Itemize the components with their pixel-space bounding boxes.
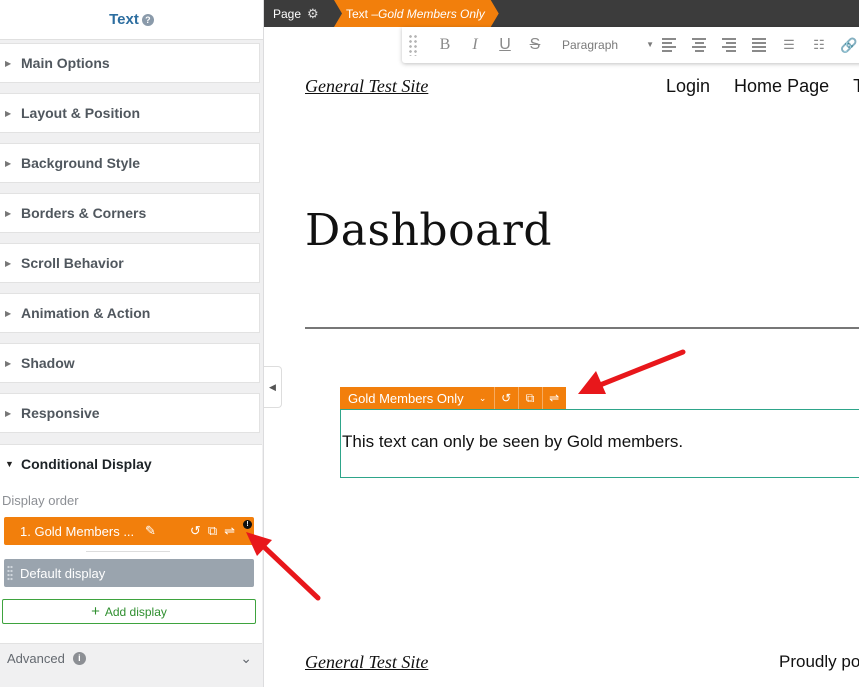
duplicate-icon[interactable]: ⧉ [517,387,542,409]
panel-header: Text ? [0,0,263,40]
section-shadow[interactable]: ▶ Shadow [0,343,260,383]
bold-button[interactable]: B [430,36,460,54]
warning-badge: ! [243,520,252,529]
panel-title: Text [109,11,139,28]
help-icon[interactable]: ? [141,13,154,26]
section-animation-action[interactable]: ▶ Animation & Action [0,293,260,333]
site-title[interactable]: General Test Site [305,76,428,97]
divider [305,327,859,329]
section-layout-position[interactable]: ▶ Layout & Position [0,93,260,133]
pencil-icon[interactable]: ✎ [145,523,156,539]
caret-right-icon: ▶ [5,208,12,218]
breadcrumb-element-prefix: Text – [346,6,379,21]
section-label: Conditional Display [21,456,152,472]
divider [86,551,170,552]
bullet-list-icon[interactable]: ☰ [774,37,804,53]
breadcrumb-page-label: Page [273,6,302,21]
breadcrumb: Page ⚙ Text – Gold Members Only [264,0,859,27]
conditions-icon[interactable]: ⇌ [541,387,566,409]
undo-icon[interactable]: ↺ [493,387,518,409]
format-toolbar: B I U S Paragraph ▼ ☰ ☷ 🔗 [402,27,859,63]
caret-right-icon: ▶ [5,158,12,168]
info-icon[interactable]: i [72,652,86,665]
section-label: Responsive [21,405,100,421]
align-center-icon[interactable] [684,38,714,52]
page-title: Dashboard [305,205,553,256]
align-right-icon[interactable] [714,38,744,52]
caret-down-icon: ▼ [5,459,14,469]
gear-icon[interactable]: ⚙ [307,6,319,22]
section-advanced[interactable]: Advanced i ⌄ [0,643,262,673]
breadcrumb-page[interactable]: Page ⚙ [264,0,334,27]
annotation-arrow-top [578,349,686,394]
conditions-icon[interactable]: ⇌ [224,523,235,539]
display-item-label: 1. Gold Members ... [20,523,135,539]
section-label: Scroll Behavior [21,255,124,271]
element-label-bar[interactable]: Gold Members Only ⌄ ↺ ⧉ ⇌ [340,387,566,409]
advanced-label: Advanced [7,651,65,666]
caret-down-icon: ▼ [646,40,654,49]
breadcrumb-element[interactable]: Text – Gold Members Only [334,0,499,27]
align-justify-icon[interactable] [744,38,774,52]
link-icon[interactable]: 🔗 [834,37,859,54]
caret-right-icon: ▶ [5,58,12,68]
plus-icon: + [91,603,100,620]
caret-right-icon: ▶ [5,108,12,118]
drag-handle-icon[interactable] [408,34,418,56]
nav-link-login[interactable]: Login [666,76,710,97]
footer-site-title[interactable]: General Test Site [305,652,428,673]
numbered-list-icon[interactable]: ☷ [804,37,834,53]
section-scroll-behavior[interactable]: ▶ Scroll Behavior [0,243,260,283]
section-label: Animation & Action [21,305,151,321]
section-borders-corners[interactable]: ▶ Borders & Corners [0,193,260,233]
display-item-default[interactable]: Default display [4,559,254,587]
caret-right-icon: ▶ [5,408,12,418]
section-label: Shadow [21,355,75,371]
collapse-panel-button[interactable]: ◀ [264,366,282,408]
underline-button[interactable]: U [490,36,520,54]
footer-credit: Proudly po [779,652,859,671]
drag-handle-icon[interactable] [7,565,13,581]
undo-icon[interactable]: ↺ [190,523,201,539]
display-item-label: Default display [20,565,106,581]
breadcrumb-element-condition: Gold Members Only [378,6,485,21]
section-label: Background Style [21,155,141,171]
section-label: Main Options [21,55,110,71]
chevron-down-icon[interactable]: ⌄ [472,393,494,404]
section-label: Borders & Corners [21,205,147,221]
section-background-style[interactable]: ▶ Background Style [0,143,260,183]
add-display-label: Add display [104,604,167,619]
settings-panel: Text ? ▶ Main Options ▶ Layout & Positio… [0,0,264,687]
section-responsive[interactable]: ▶ Responsive [0,393,260,433]
nav-link-truncated[interactable]: Te [853,76,859,97]
section-conditional-display: ▼ Conditional Display Display order 1. G… [0,444,262,644]
site-nav: Login Home Page Te [666,76,859,97]
section-label: Layout & Position [21,105,140,121]
align-left-icon[interactable] [654,38,684,52]
caret-right-icon: ▶ [5,308,12,318]
chevron-down-icon: ⌄ [240,650,252,666]
nav-link-home-page[interactable]: Home Page [734,76,829,97]
strikethrough-button[interactable]: S [520,36,550,54]
element-text[interactable]: This text can only be seen by Gold membe… [342,432,683,452]
caret-right-icon: ▶ [5,258,12,268]
display-order-label: Display order [2,493,79,508]
paragraph-select[interactable]: Paragraph ▼ [562,38,654,52]
element-label: Gold Members Only [348,390,464,406]
section-main-options[interactable]: ▶ Main Options [0,43,260,83]
conditional-display-header[interactable]: ▼ Conditional Display [0,445,262,483]
display-item-gold-members[interactable]: 1. Gold Members ... ✎ ↺ ⧉ ⇌ ! [4,517,254,545]
duplicate-icon[interactable]: ⧉ [208,523,217,539]
paragraph-select-value: Paragraph [562,38,619,52]
caret-right-icon: ▶ [5,358,12,368]
italic-button[interactable]: I [460,36,490,54]
add-display-button[interactable]: + Add display [2,599,256,624]
